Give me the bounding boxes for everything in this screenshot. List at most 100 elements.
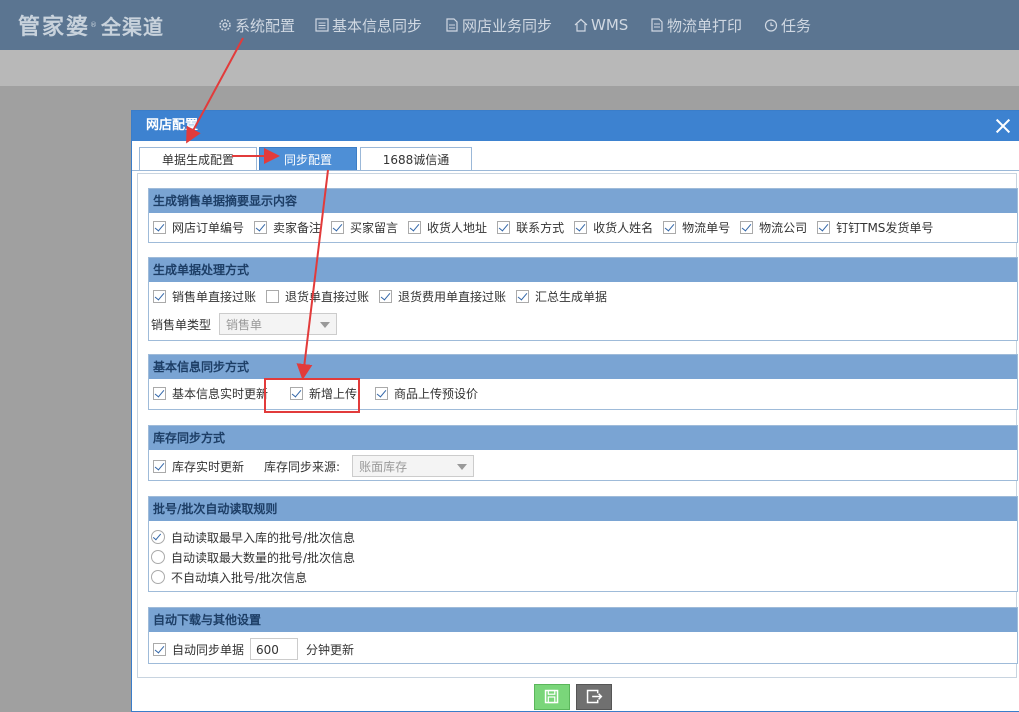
logo-text: 管家婆 (18, 15, 91, 40)
nav-item-wms[interactable]: WMS (574, 0, 628, 50)
option-logistics-company[interactable]: 物流公司 (740, 219, 807, 236)
sale-type-select[interactable]: 销售单 (219, 313, 338, 335)
checkbox[interactable] (331, 220, 345, 234)
checkbox[interactable] (379, 289, 393, 303)
sync-interval-input[interactable]: 600 (250, 638, 299, 660)
sub-toolbar (0, 50, 1019, 86)
checkbox[interactable] (663, 220, 677, 234)
option-contact[interactable]: 联系方式 (497, 219, 564, 236)
option-buyer-message[interactable]: 买家留言 (331, 219, 398, 236)
checkbox[interactable] (153, 459, 166, 473)
tab-sync-config[interactable]: 同步配置 (259, 147, 357, 171)
printer-doc-icon (651, 18, 663, 32)
nav-label: 网店业务同步 (462, 16, 553, 35)
option-label: 物流单号 (682, 220, 731, 235)
nav-label: WMS (591, 16, 629, 34)
option-return-direct-post[interactable]: 退货单直接过账 (266, 288, 369, 305)
save-button[interactable] (534, 684, 570, 710)
option-label: 钉钉TMS发货单号 (836, 220, 934, 235)
clock-icon (764, 19, 778, 32)
stock-source-select[interactable]: 账面库存 (352, 455, 475, 477)
option-sale-direct-post[interactable]: 销售单直接过账 (153, 288, 256, 305)
shop-config-dialog: 网店配置 单据生成配置 同步配置 1688诚信通 生成销售单据摘要显示内容 网店… (131, 110, 1019, 712)
auto-sync-row: 自动同步单据 600 分钟更新 (153, 637, 354, 661)
option-realtime-update[interactable]: 基本信息实时更新 (153, 385, 268, 402)
group-summary-content: 生成销售单据摘要显示内容 网店订单编号 卖家备注 买家留言 收货人地址 联系方式… (148, 188, 1018, 243)
dialog-title: 网店配置 (132, 111, 1019, 141)
checkbox[interactable] (153, 220, 166, 234)
nav-label: 基本信息同步 (332, 16, 423, 35)
option-summary-generate[interactable]: 汇总生成单据 (516, 288, 607, 305)
checkbox[interactable] (153, 386, 166, 400)
nav-label: 物流单打印 (667, 16, 743, 35)
radio[interactable] (151, 550, 165, 564)
checkbox[interactable] (516, 289, 530, 303)
stock-sync-row: 库存实时更新 库存同步来源: 账面库存 (153, 454, 475, 478)
interval-unit-label: 分钟更新 (306, 642, 355, 657)
logo-reg-mark: ® (90, 21, 98, 29)
option-label: 库存实时更新 (172, 459, 245, 474)
nav-item-system-config[interactable]: 系统配置 (218, 0, 295, 50)
batch-option-max-qty[interactable]: 自动读取最大数量的批号/批次信息 (151, 547, 355, 567)
select-value: 账面库存 (359, 460, 408, 474)
radio[interactable] (151, 570, 165, 584)
checkbox[interactable] (497, 220, 511, 234)
checkbox[interactable] (153, 289, 166, 303)
close-icon[interactable] (993, 116, 1013, 136)
radio[interactable] (151, 530, 165, 544)
option-receiver-name[interactable]: 收货人姓名 (574, 219, 653, 236)
option-label: 买家留言 (350, 220, 399, 235)
checkbox[interactable] (740, 220, 754, 234)
option-label: 卖家备注 (273, 220, 322, 235)
group-title: 生成单据处理方式 (149, 258, 1017, 282)
nav-label: 任务 (781, 16, 812, 35)
group-auto-download: 自动下载与其他设置 自动同步单据 600 分钟更新 (148, 607, 1018, 664)
stock-source-label: 库存同步来源: (264, 459, 341, 474)
option-label: 自动读取最大数量的批号/批次信息 (171, 550, 356, 565)
select-value: 销售单 (226, 318, 263, 332)
option-label: 商品上传预设价 (394, 386, 479, 401)
option-seller-note[interactable]: 卖家备注 (254, 219, 321, 236)
option-upload-preset-price[interactable]: 商品上传预设价 (375, 385, 478, 402)
checkbox[interactable] (817, 220, 831, 234)
gear-icon (219, 19, 231, 31)
nav-label: 系统配置 (235, 16, 296, 35)
annotation-highlight-box (264, 378, 360, 413)
option-order-no[interactable]: 网店订单编号 (153, 219, 244, 236)
option-label: 汇总生成单据 (535, 289, 608, 304)
batch-option-none[interactable]: 不自动填入批号/批次信息 (151, 567, 307, 587)
nav-item-basic-sync[interactable]: 基本信息同步 (315, 0, 422, 50)
chevron-down-icon (457, 464, 468, 470)
checkbox[interactable] (153, 642, 166, 656)
option-logistics-no[interactable]: 物流单号 (663, 219, 730, 236)
option-label: 不自动填入批号/批次信息 (171, 570, 308, 585)
batch-option-earliest[interactable]: 自动读取最早入库的批号/批次信息 (151, 527, 355, 547)
group-batch-rule: 批号/批次自动读取规则 自动读取最早入库的批号/批次信息 自动读取最大数量的批号… (148, 496, 1018, 592)
group-processing-method: 生成单据处理方式 销售单直接过账 退货单直接过账 退货费用单直接过账 汇总生成单… (148, 257, 1018, 341)
option-label: 物流公司 (759, 220, 808, 235)
nav-item-tasks[interactable]: 任务 (764, 0, 811, 50)
group-title: 生成销售单据摘要显示内容 (149, 189, 1017, 213)
option-label: 自动同步单据 (172, 642, 245, 657)
tab-1688[interactable]: 1688诚信通 (360, 147, 472, 171)
checkbox[interactable] (266, 289, 280, 303)
option-label: 网店订单编号 (172, 220, 245, 235)
checkbox[interactable] (375, 386, 389, 400)
nav-item-shop-sync[interactable]: 网店业务同步 (445, 0, 552, 50)
option-auto-sync[interactable]: 自动同步单据 (153, 641, 244, 658)
tab-doc-generate-config[interactable]: 单据生成配置 (139, 147, 257, 171)
exit-button[interactable] (576, 684, 612, 710)
option-label: 退货费用单直接过账 (398, 289, 507, 304)
processing-options: 销售单直接过账 退货单直接过账 退货费用单直接过账 汇总生成单据 (153, 286, 617, 306)
option-label: 销售单直接过账 (172, 289, 257, 304)
option-return-fee-direct-post[interactable]: 退货费用单直接过账 (379, 288, 506, 305)
home-icon (574, 18, 588, 32)
option-stock-realtime[interactable]: 库存实时更新 (153, 458, 244, 475)
checkbox[interactable] (254, 220, 268, 234)
checkbox[interactable] (408, 220, 422, 234)
sale-type-row: 销售单类型 销售单 (151, 312, 338, 336)
option-dingding-tms[interactable]: 钉钉TMS发货单号 (817, 219, 933, 236)
checkbox[interactable] (574, 220, 588, 234)
option-receiver-address[interactable]: 收货人地址 (408, 219, 487, 236)
nav-item-logistics-print[interactable]: 物流单打印 (650, 0, 742, 50)
